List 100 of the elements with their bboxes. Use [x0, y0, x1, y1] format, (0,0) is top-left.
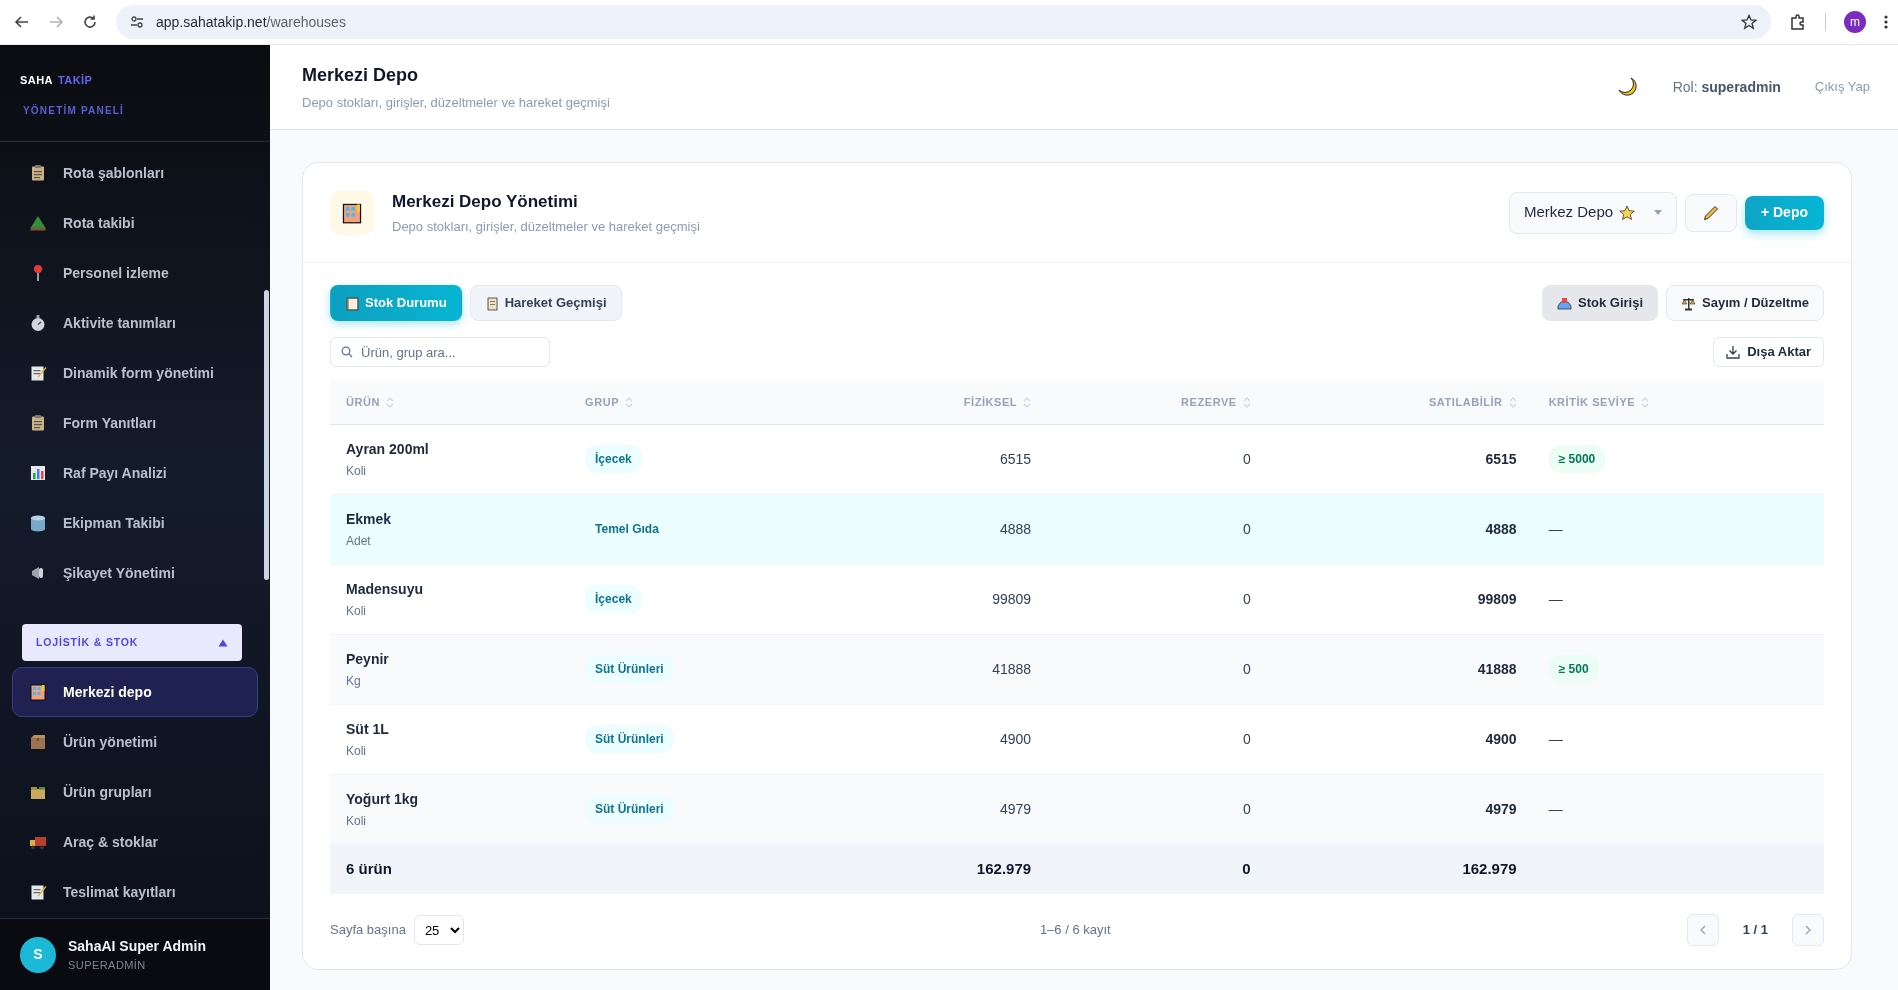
profile-avatar[interactable]: m	[1844, 11, 1866, 33]
clipboard-icon	[29, 164, 47, 182]
warehouse-select[interactable]: Merkez Depo	[1508, 191, 1677, 234]
clipboard-icon	[29, 414, 47, 432]
edit-button[interactable]	[1684, 193, 1737, 232]
brand-subtitle: YÖNETİM PANELİ	[23, 103, 125, 118]
group-tag: İçecek	[585, 585, 642, 613]
bar-chart-icon	[29, 464, 47, 482]
site-settings-icon	[130, 15, 144, 29]
product-name: Madensuyu	[346, 579, 424, 599]
product-name: Süt 1L	[346, 719, 390, 739]
user-name: SahaAI Super Admin	[68, 936, 206, 956]
sort-icon	[1508, 396, 1517, 408]
table-cell: 4979	[1485, 800, 1517, 817]
sidebar-item[interactable]: Ürün yönetimi	[12, 717, 258, 767]
group-tag: Süt Ürünleri	[585, 655, 674, 683]
chevron-left-icon	[1698, 925, 1707, 935]
sidebar-item[interactable]: Merkezi depo	[12, 667, 258, 717]
per-page-select[interactable]: 25	[413, 915, 464, 945]
product-unit: Koli	[346, 602, 367, 620]
sidebar-item[interactable]: Ekipman Takibi	[12, 498, 258, 548]
scrollbar-thumb[interactable]	[264, 290, 269, 580]
sidebar-item[interactable]: Araç & stoklar	[12, 817, 258, 867]
sidebar-item[interactable]: Personel izleme	[12, 248, 258, 298]
product-unit: Koli	[346, 742, 367, 760]
inbox-icon	[1557, 295, 1573, 311]
building-icon	[341, 201, 363, 224]
critical-level-tag: ≥ 500	[1548, 655, 1599, 683]
cylinder-icon	[29, 514, 47, 532]
sort-icon	[625, 396, 633, 408]
extensions-icon[interactable]	[1789, 13, 1807, 31]
table-cell: 99809	[1477, 590, 1517, 607]
table-cell: 0	[1242, 450, 1251, 467]
sidebar-item[interactable]: Şikayet Yönetimi	[12, 548, 258, 598]
page-indicator: 1 / 1	[1742, 921, 1768, 940]
sidebar-item[interactable]: Aktivite tanımları	[12, 298, 258, 348]
stopwatch-icon	[29, 314, 47, 332]
star-icon[interactable]	[1741, 14, 1757, 30]
section-label: LOJİSTİK & STOK	[36, 634, 139, 650]
table-cell: —	[1548, 590, 1563, 607]
sidebar-item[interactable]: Raf Payı Analizi	[12, 448, 258, 498]
product-unit: Koli	[346, 462, 367, 480]
total-label: 6 ürün	[346, 860, 392, 877]
memo-icon	[29, 883, 47, 901]
sort-icon	[1641, 396, 1650, 408]
sidebar-item[interactable]: Form Yanıtları	[12, 398, 258, 448]
box-icon	[29, 733, 47, 751]
table-cell: 0	[1242, 660, 1251, 677]
page-title: Merkezi Depo	[302, 63, 420, 87]
action-button[interactable]: Sayım / Düzeltme	[1666, 285, 1824, 321]
table-cell: —	[1548, 800, 1563, 817]
user-role: SUPERADMİN	[68, 957, 147, 973]
product-unit: Kg	[346, 672, 362, 690]
scales-icon	[1681, 295, 1697, 311]
per-page-label: Sayfa başına	[330, 921, 406, 940]
table-cell: 4888	[1485, 520, 1517, 537]
table-cell: 4900	[999, 730, 1032, 747]
card-title: Merkezi Depo Yönetimi	[392, 190, 579, 213]
export-button[interactable]: Dışa Aktar	[1713, 337, 1824, 367]
product-unit: Koli	[346, 812, 367, 830]
sidebar-item[interactable]: Dinamik form yönetimi	[12, 348, 258, 398]
tab[interactable]: Hareket Geçmişi	[469, 285, 622, 321]
card-subtitle: Depo stokları, girişler, düzeltmeler ve hareket geçmişi	[392, 218, 700, 236]
brand-name: TAKİP	[57, 74, 93, 86]
table-cell: 6515	[1485, 450, 1517, 467]
sort-icon	[1242, 396, 1251, 408]
moon-icon[interactable]	[1616, 76, 1639, 98]
sidebar-item[interactable]: Teslimat kayıtları	[12, 867, 258, 917]
action-button[interactable]: Stok Girişi	[1542, 285, 1659, 321]
section-header[interactable]: LOJİSTİK & STOK	[22, 624, 242, 661]
page-subtitle: Depo stokları, girişler, düzeltmeler ve hareket geçmişi	[302, 93, 610, 112]
sidebar-item[interactable]: Rota şablonları	[12, 148, 258, 198]
address-bar[interactable]: app.sahatakip.net/warehouses	[116, 5, 1771, 39]
record-range: 1–6 / 6 kayıt	[1039, 921, 1111, 940]
sidebar-item[interactable]: Rota takibi	[12, 198, 258, 248]
table-cell: 0	[1242, 520, 1251, 537]
table-cell: —	[1548, 730, 1563, 747]
reload-icon[interactable]	[82, 14, 98, 30]
critical-level-tag: ≥ 5000	[1548, 445, 1606, 473]
sort-icon	[386, 396, 394, 408]
sidebar-item[interactable]: Ürün grupları	[12, 767, 258, 817]
scroll-icon	[484, 295, 500, 311]
product-unit: Adet	[346, 532, 372, 550]
table-cell: 0	[1242, 590, 1251, 607]
group-tag: İçecek	[585, 445, 642, 473]
sort-icon	[1023, 396, 1032, 408]
total-cell: 0	[1242, 860, 1251, 877]
download-icon	[1726, 345, 1741, 359]
chevron-right-icon	[1804, 925, 1812, 935]
memo-icon	[29, 364, 47, 382]
back-icon[interactable]	[14, 14, 30, 30]
tree-icon	[29, 214, 47, 232]
table-cell: 0	[1242, 730, 1251, 747]
table-cell: —	[1548, 520, 1563, 537]
product-name: Ayran 200ml	[346, 439, 430, 459]
table-cell: 41888	[992, 660, 1032, 677]
search-field[interactable]: Ürün, grup ara...	[330, 337, 550, 367]
table-cell: 6515	[999, 450, 1032, 467]
menu-icon[interactable]	[1884, 14, 1888, 30]
building-icon	[29, 683, 47, 701]
